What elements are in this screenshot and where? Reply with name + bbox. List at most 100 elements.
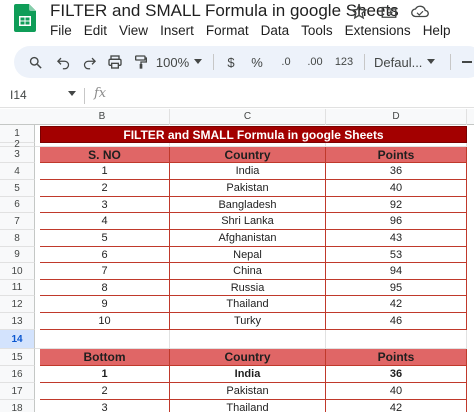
row-header-12[interactable]: 12	[0, 296, 35, 313]
decrease-decimal-button[interactable]: .0	[274, 53, 298, 71]
table1-cell[interactable]: 36	[326, 163, 467, 180]
row-header-6[interactable]: 6	[0, 197, 35, 213]
table1-cell[interactable]: 95	[326, 280, 467, 296]
sheets-logo-icon[interactable]	[14, 4, 36, 32]
row-header-8[interactable]: 8	[0, 230, 35, 247]
menu-edit[interactable]: Edit	[78, 23, 113, 38]
table1-cell[interactable]: 40	[326, 180, 467, 197]
table1-cell[interactable]: Afghanistan	[170, 230, 326, 247]
table2-cell[interactable]: India	[170, 366, 326, 383]
table1-cell[interactable]: 46	[326, 313, 467, 330]
row-header-16[interactable]: 16	[0, 366, 35, 383]
table1-cell[interactable]: 2	[40, 180, 170, 197]
more-formats-button[interactable]: 123	[332, 53, 356, 71]
menu-data[interactable]: Data	[255, 23, 296, 38]
move-folder-icon[interactable]	[380, 3, 398, 21]
percent-format-button[interactable]: %	[250, 53, 264, 71]
menu-file[interactable]: File	[44, 23, 78, 38]
table2-cell[interactable]: 2	[40, 383, 170, 400]
table1-cell[interactable]: 7	[40, 263, 170, 280]
table1-cell[interactable]: Bangladesh	[170, 197, 326, 213]
row-header-11[interactable]: 11	[0, 280, 35, 296]
row-header-14[interactable]: 14	[0, 330, 35, 349]
row-header-4[interactable]: 4	[0, 163, 35, 180]
zoom-select[interactable]: 100%	[154, 53, 204, 71]
menu-help[interactable]: Help	[417, 23, 457, 38]
row-header-13[interactable]: 13	[0, 313, 35, 330]
table2-header-cell[interactable]: Bottom	[40, 349, 170, 366]
table1-cell[interactable]: 9	[40, 296, 170, 313]
row-header-3[interactable]: 3	[0, 147, 35, 163]
table1-cell[interactable]: 43	[326, 230, 467, 247]
table1-header-cell[interactable]: Points	[326, 147, 467, 163]
row-header-9[interactable]: 9	[0, 247, 35, 263]
row-header-15[interactable]: 15	[0, 349, 35, 366]
table1-cell[interactable]: India	[170, 163, 326, 180]
table1-cell[interactable]: 4	[40, 213, 170, 230]
table1-cell[interactable]: 96	[326, 213, 467, 230]
table1-cell[interactable]: 42	[326, 296, 467, 313]
table1-cell[interactable]: 8	[40, 280, 170, 296]
table1-header-cell[interactable]: S. NO	[40, 147, 170, 163]
column-header-d[interactable]: D	[326, 109, 467, 125]
table1-cell[interactable]: Thailand	[170, 296, 326, 313]
row-header-10[interactable]: 10	[0, 263, 35, 280]
table1-cell[interactable]: Turky	[170, 313, 326, 330]
spreadsheet-grid[interactable]: B C D 1 2 3 4 5 6 7 8 9 10 11 12 13 14 15 16 17 18 FILTER…	[0, 109, 474, 412]
paint-format-icon[interactable]	[132, 53, 150, 71]
table2-header-cell[interactable]: Country	[170, 349, 326, 366]
chevron-down-icon[interactable]	[68, 91, 76, 97]
column-header-bar: B C D	[0, 109, 474, 125]
menu-extensions[interactable]: Extensions	[339, 23, 417, 38]
table1-cell[interactable]: 1	[40, 163, 170, 180]
column-header-b[interactable]: B	[35, 109, 170, 125]
font-size-decrease-icon[interactable]	[458, 53, 474, 71]
print-icon[interactable]	[106, 53, 124, 71]
document-title[interactable]: FILTER and SMALL Formula in google Sheet…	[50, 1, 399, 21]
table1-cell[interactable]: Russia	[170, 280, 326, 296]
table1-cell[interactable]: 5	[40, 230, 170, 247]
table1-cell[interactable]: 53	[326, 247, 467, 263]
row-header-18[interactable]: 18	[0, 400, 35, 412]
table1-header-cell[interactable]: Country	[170, 147, 326, 163]
cloud-status-icon[interactable]	[410, 3, 429, 21]
table1-cell[interactable]: Shri Lanka	[170, 213, 326, 230]
star-icon[interactable]	[350, 3, 368, 21]
table2-header-cell[interactable]: Points	[326, 349, 467, 366]
table1-cell[interactable]: Pakistan	[170, 180, 326, 197]
table2-cell[interactable]: 3	[40, 400, 170, 412]
table2-cell[interactable]: 1	[40, 366, 170, 383]
menu-format[interactable]: Format	[200, 23, 255, 38]
table2-cell[interactable]: 40	[326, 383, 467, 400]
table2-cell[interactable]: 42	[326, 400, 467, 412]
table1-cell[interactable]: China	[170, 263, 326, 280]
empty-cell[interactable]	[170, 330, 326, 349]
redo-icon[interactable]	[80, 53, 98, 71]
table1-cell[interactable]: 94	[326, 263, 467, 280]
increase-decimal-button[interactable]: .00	[302, 53, 328, 71]
empty-cell[interactable]	[326, 330, 467, 349]
menu-view[interactable]: View	[113, 23, 154, 38]
font-select[interactable]: Defaul...	[374, 53, 440, 71]
table2-cell[interactable]: Thailand	[170, 400, 326, 412]
column-header-c[interactable]: C	[170, 109, 326, 125]
menu-insert[interactable]: Insert	[154, 23, 200, 38]
fx-icon: fx	[94, 86, 107, 101]
menu-tools[interactable]: Tools	[295, 23, 339, 38]
row-header-17[interactable]: 17	[0, 383, 35, 400]
name-box[interactable]: I14	[10, 88, 27, 102]
empty-cell[interactable]	[35, 330, 170, 349]
search-menus-icon[interactable]	[26, 53, 44, 71]
table1-cell[interactable]: 6	[40, 247, 170, 263]
table2-cell[interactable]: Pakistan	[170, 383, 326, 400]
undo-icon[interactable]	[54, 53, 72, 71]
table1-cell[interactable]: Nepal	[170, 247, 326, 263]
table2-cell[interactable]: 36	[326, 366, 467, 383]
currency-format-button[interactable]: $	[224, 53, 238, 71]
row-header-7[interactable]: 7	[0, 213, 35, 230]
row-header-5[interactable]: 5	[0, 180, 35, 197]
table1-cell[interactable]: 92	[326, 197, 467, 213]
table1-cell[interactable]: 10	[40, 313, 170, 330]
sheet-title-cell[interactable]: FILTER and SMALL Formula in google Sheet…	[40, 126, 467, 143]
table1-cell[interactable]: 3	[40, 197, 170, 213]
